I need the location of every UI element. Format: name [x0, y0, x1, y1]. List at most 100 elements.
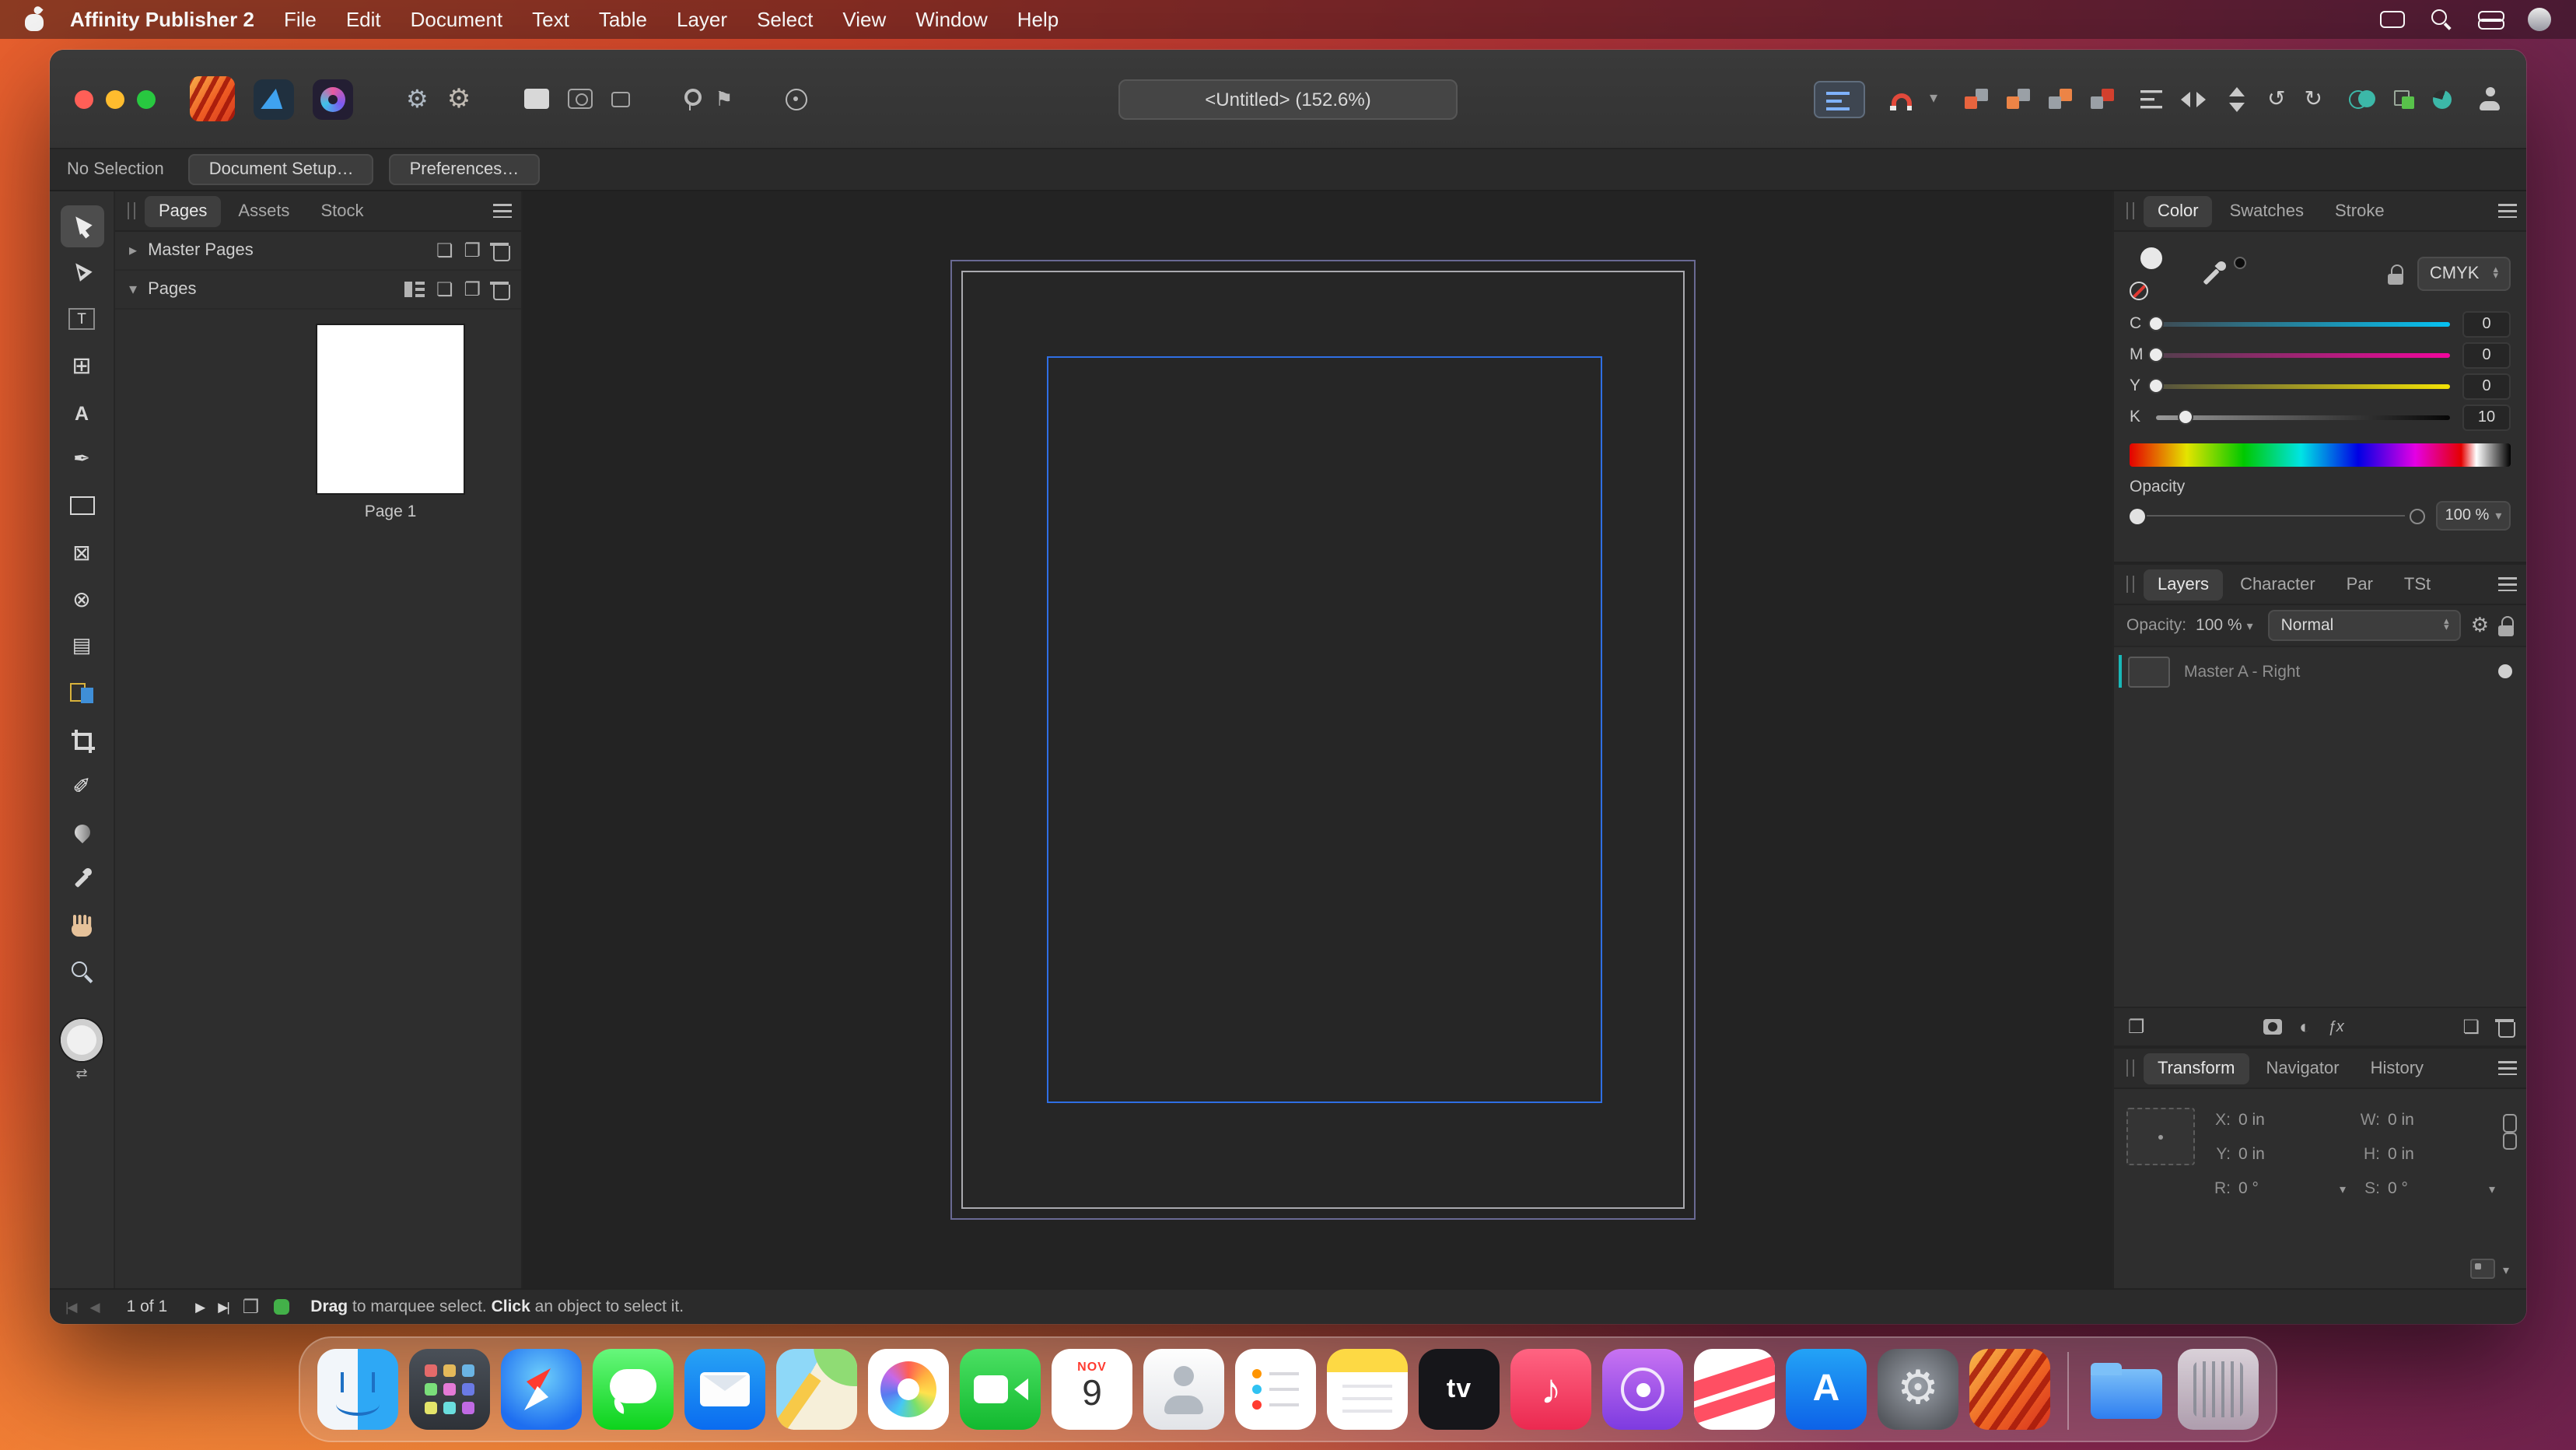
- chevron-right-icon[interactable]: [129, 242, 137, 259]
- node-tool[interactable]: [60, 251, 103, 293]
- pin-icon[interactable]: [682, 88, 696, 110]
- layer-visibility-toggle[interactable]: [2498, 664, 2512, 678]
- layer-effects-icon[interactable]: [2328, 1018, 2344, 1035]
- slider-thumb-c[interactable]: [2148, 316, 2164, 331]
- link-dimensions-icon[interactable]: [2501, 1114, 2515, 1150]
- boolean-subtract-icon[interactable]: [2394, 89, 2414, 108]
- slider-thumb-y[interactable]: [2148, 378, 2164, 394]
- duplicate-page-icon[interactable]: [464, 278, 481, 300]
- tab-stock[interactable]: Stock: [306, 195, 377, 226]
- menu-table[interactable]: Table: [599, 8, 647, 31]
- photos-dock-icon[interactable]: [868, 1349, 949, 1430]
- move-forward-icon[interactable]: [2006, 89, 2029, 109]
- move-tool[interactable]: [60, 205, 103, 247]
- podcasts-dock-icon[interactable]: [1602, 1349, 1683, 1430]
- document-canvas[interactable]: [523, 191, 2112, 1288]
- tab-stroke[interactable]: Stroke: [2321, 195, 2399, 226]
- panel-drag-handle[interactable]: [2126, 576, 2134, 593]
- downloads-dock-icon[interactable]: [2086, 1349, 2167, 1430]
- finder-dock-icon[interactable]: [317, 1349, 398, 1430]
- menu-layer[interactable]: Layer: [677, 8, 727, 31]
- mask-layer-icon[interactable]: [2263, 1019, 2282, 1035]
- duplicate-layer-icon[interactable]: [2128, 1016, 2145, 1038]
- transform-h-field[interactable]: H:0 in: [2358, 1144, 2495, 1163]
- previous-page-button[interactable]: ◀: [90, 1298, 99, 1315]
- close-window-button[interactable]: [75, 89, 93, 108]
- panel-menu-icon[interactable]: [2498, 577, 2517, 591]
- tab-layers[interactable]: Layers: [2144, 569, 2223, 600]
- flip-vertical-icon[interactable]: [2227, 86, 2245, 111]
- user-icon[interactable]: [2528, 8, 2551, 31]
- frame-text-tool[interactable]: [60, 298, 103, 340]
- menu-document[interactable]: Document: [411, 8, 503, 31]
- last-page-button[interactable]: ▶|: [218, 1298, 229, 1315]
- tab-assets[interactable]: Assets: [224, 195, 303, 226]
- chevron-down-icon[interactable]: [2503, 1254, 2509, 1282]
- panel-drag-handle[interactable]: [2126, 202, 2134, 219]
- flip-horizontal-icon[interactable]: [2180, 89, 2205, 108]
- panel-menu-icon[interactable]: [2498, 204, 2517, 218]
- color-picker-tool[interactable]: [60, 858, 103, 900]
- slider-value-k[interactable]: 10: [2462, 404, 2511, 430]
- tab-history[interactable]: History: [2357, 1052, 2438, 1084]
- color-wheel-icon[interactable]: [2140, 247, 2162, 269]
- zoom-window-button[interactable]: [137, 89, 156, 108]
- tab-character[interactable]: Character: [2226, 569, 2329, 600]
- notes-dock-icon[interactable]: [1327, 1349, 1408, 1430]
- slider-thumb-m[interactable]: [2148, 347, 2164, 362]
- transform-y-field[interactable]: Y:0 in: [2209, 1144, 2346, 1163]
- tab-swatches[interactable]: Swatches: [2216, 195, 2318, 226]
- tab-tst[interactable]: TSt: [2390, 569, 2445, 600]
- ellipse-picture-frame-tool[interactable]: [60, 578, 103, 620]
- picked-color-swatch[interactable]: [2234, 257, 2246, 269]
- app-menu-title[interactable]: Affinity Publisher 2: [70, 8, 254, 31]
- minimize-window-button[interactable]: [106, 89, 124, 108]
- transform-w-field[interactable]: W:0 in: [2358, 1110, 2495, 1129]
- snapping-magnet-icon[interactable]: [1891, 93, 1911, 110]
- messages-dock-icon[interactable]: [593, 1349, 674, 1430]
- slider-value-y[interactable]: 0: [2462, 373, 2511, 399]
- rotate-ccw-icon[interactable]: [2267, 86, 2285, 112]
- news-dock-icon[interactable]: [1694, 1349, 1775, 1430]
- maps-dock-icon[interactable]: [776, 1349, 857, 1430]
- rectangle-tool[interactable]: [60, 485, 103, 527]
- chevron-down-icon[interactable]: [2489, 1179, 2495, 1197]
- delete-layer-icon[interactable]: [2497, 1017, 2512, 1036]
- panel-menu-icon[interactable]: [2498, 1061, 2517, 1075]
- calendar-dock-icon[interactable]: NOV9: [1052, 1349, 1132, 1430]
- menu-help[interactable]: Help: [1017, 8, 1059, 31]
- chevron-down-icon[interactable]: [129, 281, 137, 298]
- page-view-options-icon[interactable]: [405, 282, 425, 297]
- slider-track-k[interactable]: [2156, 415, 2450, 419]
- color-spectrum-bar[interactable]: [2130, 443, 2511, 467]
- no-fill-icon[interactable]: [2130, 282, 2148, 300]
- duplicate-master-page-icon[interactable]: [464, 240, 481, 261]
- launchpad-dock-icon[interactable]: [409, 1349, 490, 1430]
- document-setup-button[interactable]: Document Setup…: [189, 154, 374, 185]
- eyedropper-icon[interactable]: [2200, 261, 2226, 287]
- tab-transform[interactable]: Transform: [2144, 1052, 2249, 1084]
- master-pages-section-header[interactable]: Master Pages: [115, 232, 521, 271]
- move-to-back-icon[interactable]: [2090, 89, 2113, 109]
- preview-mode-icon[interactable]: [567, 89, 592, 109]
- publisher-dock-icon[interactable]: [1969, 1349, 2050, 1430]
- add-master-page-icon[interactable]: [436, 240, 453, 261]
- menu-text[interactable]: Text: [532, 8, 569, 31]
- search-icon[interactable]: [2431, 9, 2452, 30]
- settings-gear-icon[interactable]: [447, 83, 471, 114]
- pages-section-header[interactable]: Pages: [115, 271, 521, 310]
- panel-drag-handle[interactable]: [2126, 1059, 2134, 1077]
- page-list-icon[interactable]: [243, 1296, 260, 1318]
- chevron-down-icon[interactable]: [2340, 1179, 2346, 1197]
- slider-value-c[interactable]: 0: [2462, 310, 2511, 337]
- menu-select[interactable]: Select: [757, 8, 813, 31]
- publisher-persona-icon[interactable]: [190, 76, 235, 121]
- tv-dock-icon[interactable]: tv: [1419, 1349, 1500, 1430]
- swap-colors-icon[interactable]: ⇄: [75, 1066, 87, 1083]
- adjustment-layer-icon[interactable]: [2299, 1016, 2311, 1038]
- delete-page-icon[interactable]: [492, 280, 507, 299]
- zoom-tool[interactable]: [60, 951, 103, 993]
- tab-par[interactable]: Par: [2333, 569, 2387, 600]
- appstore-dock-icon[interactable]: [1786, 1349, 1867, 1430]
- add-page-icon[interactable]: [436, 278, 453, 300]
